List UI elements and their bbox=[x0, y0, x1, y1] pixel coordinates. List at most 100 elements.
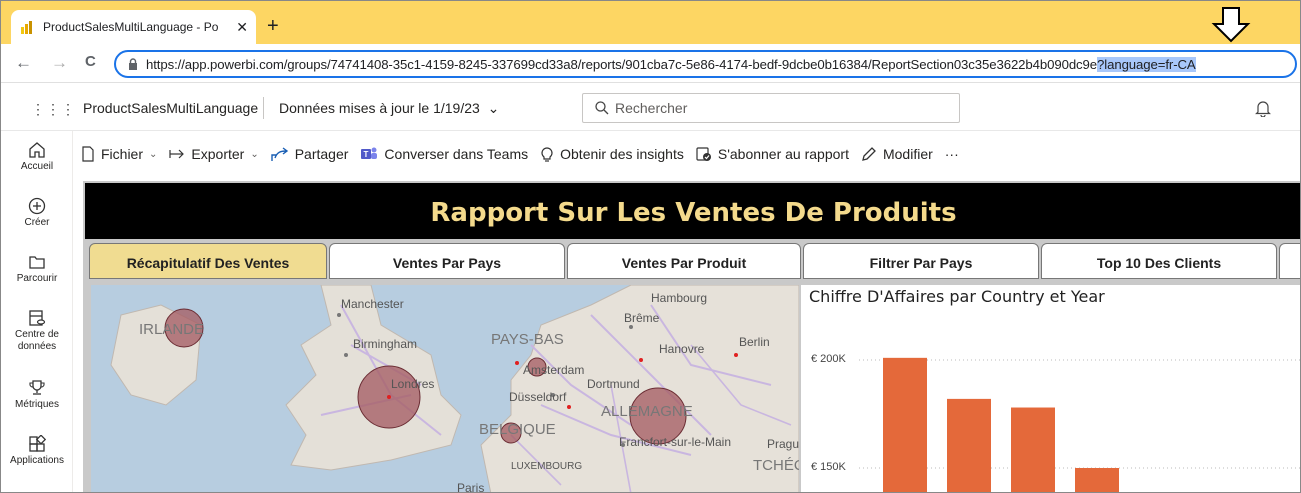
back-button[interactable]: ← bbox=[15, 53, 32, 73]
address-bar[interactable]: https://app.powerbi.com/groups/74741408-… bbox=[114, 50, 1297, 78]
report-name[interactable]: ProductSalesMultiLanguage bbox=[83, 100, 258, 116]
map-label-tcheq: TCHÉQ bbox=[753, 457, 799, 474]
tab-ventes-par-produit[interactable]: Ventes Par Produit bbox=[567, 243, 801, 279]
browser-tab[interactable]: ProductSalesMultiLanguage - Po ✕ bbox=[11, 10, 256, 44]
map-label-allemagne: ALLEMAGNE bbox=[601, 403, 693, 420]
powerbi-header: ⋮⋮⋮ ProductSalesMultiLanguage Données mi… bbox=[1, 83, 1300, 131]
nav-label: Métriques bbox=[15, 399, 59, 410]
app-launcher-icon[interactable]: ⋮⋮⋮ bbox=[31, 101, 76, 118]
share-button[interactable]: Partager bbox=[271, 146, 349, 162]
map-label-hambourg: Hambourg bbox=[651, 291, 708, 305]
insights-button[interactable]: Obtenir des insights bbox=[540, 146, 684, 162]
folder-icon bbox=[29, 256, 45, 269]
svg-text:T: T bbox=[364, 150, 369, 159]
subscribe-button[interactable]: S'abonner au rapport bbox=[696, 146, 849, 162]
datahub-icon bbox=[29, 310, 46, 326]
powerbi-favicon-icon bbox=[21, 21, 32, 34]
map-label-amsterdam: Amsterdam bbox=[523, 363, 585, 377]
map-label-pays-bas: PAYS-BAS bbox=[491, 331, 564, 348]
search-icon bbox=[595, 101, 609, 115]
nav-label: Applications bbox=[10, 455, 64, 466]
more-icon: ··· bbox=[944, 146, 959, 162]
edit-label: Modifier bbox=[882, 146, 933, 162]
map-label-berlin: Berlin bbox=[739, 335, 770, 349]
export-label: Exporter bbox=[191, 146, 245, 162]
tab-title: ProductSalesMultiLanguage - Po bbox=[43, 20, 219, 34]
nav-label: Centre de données bbox=[15, 329, 59, 352]
apps-icon bbox=[29, 435, 46, 452]
teams-icon: T bbox=[361, 147, 378, 159]
insights-label: Obtenir des insights bbox=[560, 146, 684, 162]
nav-label: Accueil bbox=[20, 161, 54, 172]
search-placeholder: Rechercher bbox=[615, 100, 688, 116]
tab-next[interactable] bbox=[1279, 243, 1300, 279]
notifications-bell-icon[interactable] bbox=[1255, 99, 1271, 117]
chevron-down-icon: ⌄ bbox=[250, 148, 259, 160]
file-icon bbox=[82, 146, 94, 162]
url-text: https://app.powerbi.com/groups/74741408-… bbox=[146, 56, 1196, 72]
action-bar: Fichier ⌄ Exporter ⌄ Partager T Converser … bbox=[73, 131, 1300, 177]
bar[interactable] bbox=[883, 357, 927, 493]
chart-plot-area bbox=[859, 357, 1300, 493]
bar[interactable] bbox=[1075, 468, 1119, 493]
left-navigation: Accueil Créer Parcourir Centre de donnée… bbox=[1, 131, 73, 492]
teams-chat-button[interactable]: T Converser dans Teams bbox=[360, 146, 528, 162]
nav-label: Parcourir bbox=[16, 273, 58, 284]
browser-toolbar: ← → C https://app.powerbi.com/groups/747… bbox=[1, 44, 1300, 83]
screen: ProductSalesMultiLanguage - Po ✕ + ← → C… bbox=[0, 0, 1301, 493]
trophy-icon bbox=[29, 380, 45, 395]
tab-ventes-par-pays[interactable]: Ventes Par Pays bbox=[329, 243, 565, 279]
nav-label: Créer bbox=[24, 217, 50, 228]
lock-icon bbox=[129, 58, 137, 70]
pencil-icon bbox=[862, 147, 876, 161]
tab-recapitulatif[interactable]: Récapitulatif Des Ventes bbox=[89, 243, 327, 279]
nav-item-metrics[interactable]: Métriques bbox=[1, 379, 73, 410]
more-options-button[interactable]: ··· bbox=[945, 146, 959, 162]
report-title: Rapport Sur Les Ventes De Produits bbox=[85, 183, 1300, 239]
map-label-prague: Pragu bbox=[767, 437, 799, 451]
tab-filtrer-par-pays[interactable]: Filtrer Par Pays bbox=[803, 243, 1039, 279]
bar[interactable] bbox=[947, 398, 991, 493]
map-label-paris: Paris bbox=[457, 481, 485, 493]
export-icon bbox=[169, 149, 185, 159]
sales-map[interactable]: Manchester IRLANDE Birmingham Londres PA… bbox=[91, 285, 799, 493]
revenue-bar-chart[interactable]: Chiffre D'Affaires par Country et Year €… bbox=[801, 285, 1300, 493]
file-menu-button[interactable]: Fichier ⌄ bbox=[81, 146, 157, 162]
map-label-londres: Londres bbox=[391, 377, 435, 391]
home-icon bbox=[29, 142, 45, 158]
map-label-dortmund: Dortmund bbox=[587, 377, 640, 391]
forward-button[interactable]: → bbox=[51, 53, 68, 73]
nav-item-browse[interactable]: Parcourir bbox=[1, 253, 73, 284]
share-icon bbox=[271, 147, 288, 161]
new-tab-button[interactable]: + bbox=[267, 15, 279, 38]
map-label-luxembourg: LUXEMBOURG bbox=[511, 461, 583, 472]
nav-item-home[interactable]: Accueil bbox=[1, 141, 73, 172]
export-menu-button[interactable]: Exporter ⌄ bbox=[169, 146, 259, 162]
url-selected-query: ?language=fr-CA bbox=[1097, 56, 1196, 72]
teams-label: Converser dans Teams bbox=[384, 146, 529, 162]
nav-item-create[interactable]: Créer bbox=[1, 197, 73, 228]
subscribe-label: S'abonner au rapport bbox=[717, 146, 849, 162]
header-divider bbox=[263, 97, 264, 119]
reload-button[interactable]: C bbox=[85, 53, 96, 70]
create-icon bbox=[28, 197, 46, 215]
map-background bbox=[110, 285, 799, 492]
subscribe-icon bbox=[696, 147, 711, 161]
map-label-dusseldorf: Düsseldorf bbox=[509, 390, 567, 404]
tab-top-10-clients[interactable]: Top 10 Des Clients bbox=[1041, 243, 1277, 279]
url-main: https://app.powerbi.com/groups/74741408-… bbox=[146, 56, 1098, 72]
data-updated-dropdown[interactable]: Données mises à jour le 1/19/23 ⌄ bbox=[279, 100, 499, 117]
nav-item-apps[interactable]: Applications bbox=[1, 435, 73, 466]
edit-button[interactable]: Modifier bbox=[861, 146, 933, 162]
close-tab-icon[interactable]: ✕ bbox=[236, 19, 248, 36]
chevron-down-icon: ⌄ bbox=[487, 100, 500, 116]
nav-item-datahub[interactable]: Centre de données bbox=[1, 309, 73, 353]
share-label: Partager bbox=[294, 146, 349, 162]
chevron-down-icon: ⌄ bbox=[149, 148, 158, 160]
map-label-francfort: Francfort-sur-le-Main bbox=[619, 435, 732, 449]
bar[interactable] bbox=[1011, 407, 1055, 493]
lightbulb-icon bbox=[541, 147, 553, 162]
search-box[interactable]: Rechercher bbox=[582, 93, 960, 123]
map-label-manchester: Manchester bbox=[341, 297, 404, 311]
data-updated-label: Données mises à jour le 1/19/23 bbox=[279, 100, 480, 116]
